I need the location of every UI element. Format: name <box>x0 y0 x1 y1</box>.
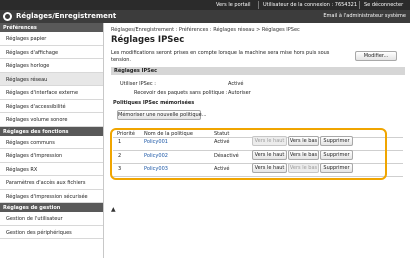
receive-packets-value: Autoriser <box>228 90 251 96</box>
title-bar: Réglages/Enregistrement Email à l'admini… <box>0 10 410 23</box>
sidebar-item-display[interactable]: Réglages d'affichage <box>0 45 103 59</box>
sidebar-item-external-interface[interactable]: Réglages d'interface externe <box>0 86 103 100</box>
use-ipsec-value: Activé <box>228 81 244 87</box>
sidebar: Préférences Réglages papier Réglages d'a… <box>0 23 104 258</box>
sidebar-item-paper[interactable]: Réglages papier <box>0 32 103 46</box>
sidebar-item-file-access[interactable]: Paramètres d'accès aux fichiers <box>0 176 103 190</box>
sidebar-item-secure-print[interactable]: Réglages d'impression sécurisée <box>0 189 103 203</box>
page-title: Réglages IPSec <box>111 35 185 45</box>
sidebar-item-user-management[interactable]: Gestion de l'utilisateur <box>0 212 103 226</box>
sidebar-item-rx[interactable]: Réglages RX <box>0 162 103 176</box>
breadcrumb: Réglages/Enregistrement : Préférences : … <box>111 27 300 33</box>
sidebar-item-network[interactable]: Réglages réseau <box>0 72 103 86</box>
sidebar-section-preferences: Préférences <box>0 23 103 32</box>
sidebar-section-functions: Réglages des fonctions <box>0 126 103 136</box>
system-mail-link[interactable]: Email à l'administrateur système <box>323 13 406 19</box>
restart-note: Les modifications seront prises en compt… <box>111 50 330 63</box>
logout-link[interactable]: Se déconnecter <box>364 2 403 8</box>
sidebar-item-accessibility[interactable]: Réglages d'accessibilité <box>0 99 103 113</box>
policies-highlight-callout <box>110 128 387 180</box>
top-bar: Vers le portail Utilisateur de la connex… <box>0 0 410 10</box>
login-user: Utilisateur de la connexion : 7654321 <box>263 2 358 8</box>
divider <box>258 1 259 9</box>
modify-button[interactable]: Modifier... <box>355 51 397 61</box>
receive-packets-label: Recevoir des paquets sans politique : <box>134 90 228 96</box>
registered-policies-title: Politiques IPSec mémorisées <box>113 100 195 106</box>
back-to-top-icon[interactable]: ▲ <box>111 206 116 213</box>
sidebar-item-printer[interactable]: Réglages d'impression <box>0 149 103 163</box>
sidebar-item-clock[interactable]: Réglages horloge <box>0 59 103 73</box>
ipsec-section-header: Réglages IPSec <box>111 67 405 75</box>
use-ipsec-label: Utiliser IPSec : <box>120 81 156 87</box>
portal-link[interactable]: Vers le portail <box>216 2 251 8</box>
sidebar-item-device-management[interactable]: Gestion des périphériques <box>0 225 103 239</box>
settings-logo-icon <box>3 12 12 21</box>
sidebar-section-management: Réglages de gestion <box>0 203 103 212</box>
sidebar-item-volume[interactable]: Réglages volume sonore <box>0 113 103 127</box>
app-title: Réglages/Enregistrement <box>16 12 117 20</box>
sidebar-item-common[interactable]: Réglages communs <box>0 135 103 149</box>
register-new-policy-button[interactable]: Mémoriser une nouvelle politique... <box>117 110 207 120</box>
divider <box>359 1 360 9</box>
